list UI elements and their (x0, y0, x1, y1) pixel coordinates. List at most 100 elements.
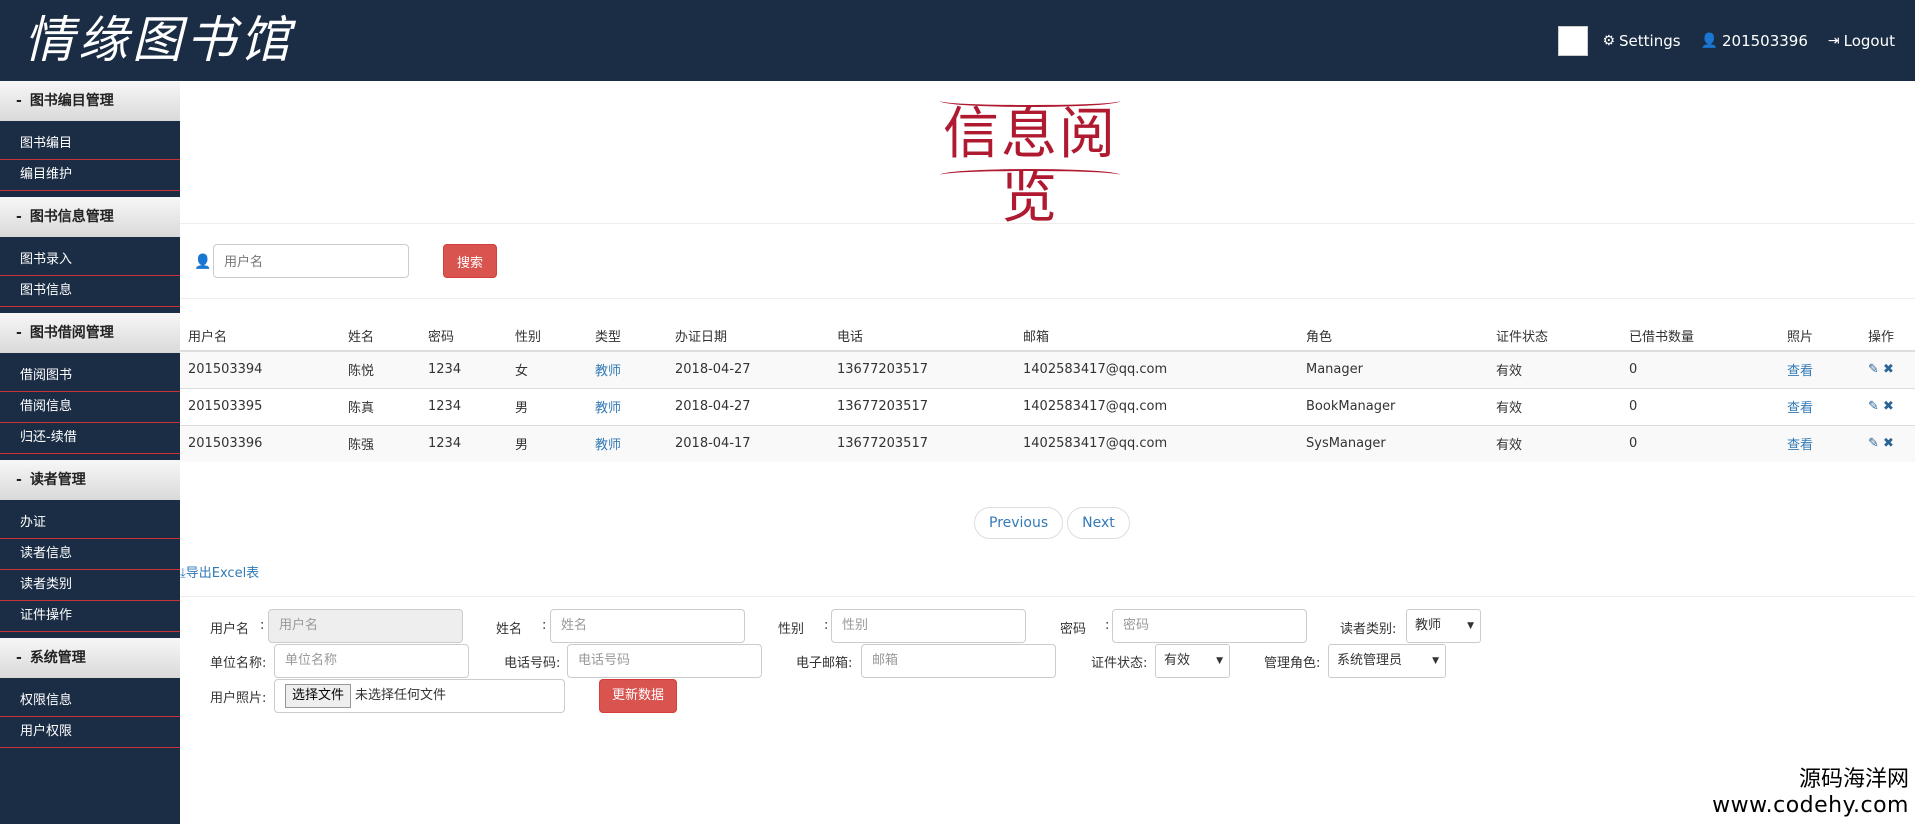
sidebar-item-user-permission[interactable]: 用户权限 (0, 717, 180, 748)
cell-role: BookManager (1298, 387, 1488, 425)
cell-type-link[interactable]: 教师 (587, 350, 667, 388)
unit-field[interactable]: 单位名称 (274, 644, 469, 678)
sidebar-group-borrow[interactable]: - 图书借阅管理 (0, 313, 180, 353)
settings-label: Settings (1619, 31, 1681, 50)
delete-icon[interactable]: ✖ (1883, 399, 1894, 414)
watermark-line1: 源码海洋网 (1798, 767, 1909, 792)
pagination: Previous Next (974, 507, 1134, 539)
next-button[interactable]: Next (1067, 507, 1130, 539)
sidebar-item-borrow[interactable]: 借阅图书 (0, 361, 180, 392)
delete-icon[interactable]: ✖ (1883, 362, 1894, 377)
sidebar-group-catalog[interactable]: - 图书编目管理 (0, 81, 180, 121)
unit-label: 单位名称: (210, 656, 267, 671)
gender-field[interactable]: 性别 (831, 609, 1026, 643)
sidebar-group-book-info[interactable]: - 图书信息管理 (0, 197, 180, 237)
file-status: 未选择任何文件 (355, 688, 447, 703)
sidebar-group-system[interactable]: - 系统管理 (0, 638, 180, 678)
sidebar: - 图书编目管理 图书编目 编目维护 - 图书信息管理 图书录入 图书信息 - 图书借… (0, 81, 180, 824)
settings-link[interactable]: ⚙ Settings (1602, 32, 1680, 50)
cell-actions: ✎ ✖ (1860, 424, 1915, 462)
colon: : (824, 618, 829, 633)
table-header-row: 用户名 姓名 密码 性别 类型 办证日期 电话 邮箱 角色 证件状态 已借书数量… (180, 321, 1915, 352)
email-label: 电子邮箱: (796, 656, 853, 671)
email-field[interactable]: 邮箱 (861, 644, 1056, 678)
sidebar-item-cert-op[interactable]: 证件操作 (0, 601, 180, 632)
password-label: 密码 (1060, 622, 1087, 637)
sidebar-item-borrow-info[interactable]: 借阅信息 (0, 392, 180, 423)
role-select[interactable]: 系统管理员 ▼ (1328, 644, 1446, 678)
view-photo-link[interactable]: 查看 (1779, 424, 1860, 462)
search-input[interactable] (213, 244, 409, 278)
photo-file-input[interactable]: 选择文件 未选择任何文件 (274, 679, 565, 713)
table-row: 201503396 陈强 1234 男 教师 2018-04-17 136772… (180, 424, 1915, 462)
gear-icon: ⚙ (1602, 32, 1616, 49)
cell-borrowed: 0 (1621, 387, 1779, 425)
sidebar-item-reader-type[interactable]: 读者类别 (0, 570, 180, 601)
colon: : (1105, 618, 1110, 633)
sidebar-item-permission-info[interactable]: 权限信息 (0, 686, 180, 717)
sidebar-item-catalog[interactable]: 图书编目 (0, 129, 180, 160)
view-photo-link[interactable]: 查看 (1779, 387, 1860, 425)
cell-phone: 13677203517 (829, 350, 1015, 388)
cell-type-link[interactable]: 教师 (587, 424, 667, 462)
sidebar-item-catalog-maintain[interactable]: 编目维护 (0, 160, 180, 191)
cell-username: 201503394 (180, 350, 340, 388)
cell-role: SysManager (1298, 424, 1488, 462)
edit-icon[interactable]: ✎ (1868, 436, 1879, 451)
user-label: 201503396 (1722, 31, 1808, 50)
col-header: 电话 (829, 321, 1015, 352)
role-label: 管理角色: (1264, 656, 1321, 671)
cert-status-select[interactable]: 有效 ▼ (1155, 644, 1230, 678)
col-header: 证件状态 (1488, 321, 1621, 352)
col-header: 邮箱 (1015, 321, 1298, 352)
col-header: 性别 (507, 321, 587, 352)
phone-field[interactable]: 电话号码 (567, 644, 762, 678)
caret-down-icon: ▼ (1467, 621, 1474, 631)
user-link[interactable]: 👤 201503396 (1701, 32, 1808, 50)
cell-phone: 13677203517 (829, 387, 1015, 425)
sidebar-item-book-info[interactable]: 图书信息 (0, 276, 180, 307)
col-header: 密码 (420, 321, 507, 352)
cell-password: 1234 (420, 424, 507, 462)
main-content: 信息阅览 👤 搜索 用户名 姓名 密码 性别 类型 办证日期 电话 (180, 81, 1915, 824)
cell-email: 1402583417@qq.com (1015, 350, 1298, 388)
password-field[interactable]: 密码 (1112, 609, 1307, 643)
col-header: 类型 (587, 321, 667, 352)
minus-icon: - (16, 472, 22, 488)
choose-file-button[interactable]: 选择文件 (285, 684, 352, 708)
cell-email: 1402583417@qq.com (1015, 387, 1298, 425)
export-excel-link[interactable]: ⤓导出Excel表 (180, 562, 259, 581)
cell-borrowed: 0 (1621, 424, 1779, 462)
update-button[interactable]: 更新数据 (599, 679, 678, 713)
user-icon: 👤 (194, 254, 212, 270)
minus-icon: - (16, 209, 22, 225)
previous-button[interactable]: Previous (974, 507, 1064, 539)
name-label: 姓名 (496, 622, 523, 637)
search-bar: 👤 搜索 (180, 224, 1915, 299)
name-field[interactable]: 姓名 (550, 609, 745, 643)
sidebar-item-reader-info[interactable]: 读者信息 (0, 539, 180, 570)
username-field[interactable]: 用户名 (268, 609, 463, 643)
search-button[interactable]: 搜索 (443, 244, 497, 278)
cell-gender: 女 (507, 350, 587, 388)
delete-icon[interactable]: ✖ (1883, 436, 1894, 451)
username-label: 用户名 (210, 622, 250, 637)
top-nav: ⚙ Settings 👤 201503396 ⇥ Logout (1558, 0, 1915, 81)
view-photo-link[interactable]: 查看 (1779, 350, 1860, 388)
cell-username: 201503396 (180, 424, 340, 462)
edit-icon[interactable]: ✎ (1868, 399, 1879, 414)
cell-type-link[interactable]: 教师 (587, 387, 667, 425)
cell-borrowed: 0 (1621, 350, 1779, 388)
table-row: 201503395 陈真 1234 男 教师 2018-04-27 136772… (180, 387, 1915, 425)
avatar[interactable] (1558, 25, 1589, 56)
cell-name: 陈悦 (340, 350, 420, 388)
edit-icon[interactable]: ✎ (1868, 362, 1879, 377)
logout-link[interactable]: ⇥ Logout (1828, 32, 1895, 50)
sidebar-item-book-entry[interactable]: 图书录入 (0, 245, 180, 276)
page-title: 信息阅览 (943, 102, 1117, 231)
cell-status: 有效 (1488, 350, 1621, 388)
sidebar-item-return[interactable]: 归还-续借 (0, 423, 180, 454)
sidebar-group-reader[interactable]: - 读者管理 (0, 460, 180, 500)
sidebar-item-card[interactable]: 办证 (0, 508, 180, 539)
reader-type-select[interactable]: 教师 ▼ (1406, 609, 1481, 643)
